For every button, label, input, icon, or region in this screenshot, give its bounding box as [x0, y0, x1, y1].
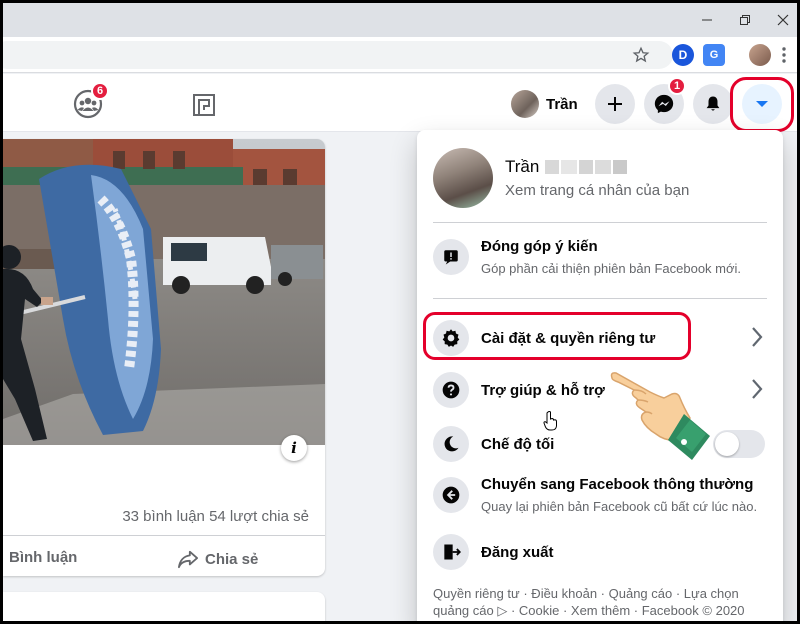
redacted-name-block	[613, 160, 628, 174]
toggle-knob	[715, 432, 739, 456]
feedback-icon	[433, 239, 469, 275]
menu-item-feedback[interactable]: Đóng góp ý kiến Góp phần cải thiện phiên…	[433, 238, 767, 276]
address-bar-row: D G	[3, 37, 797, 73]
help-question-icon	[433, 372, 469, 408]
messenger-icon	[654, 94, 674, 114]
comment-button[interactable]: Bình luận	[9, 549, 77, 566]
profile-avatar	[433, 148, 493, 208]
footer-line-2[interactable]: quảng cáo ▷ · Cookie · Xem thêm · Facebo…	[433, 602, 763, 619]
moon-icon	[433, 426, 469, 462]
minimize-button[interactable]	[689, 9, 725, 31]
redacted-name-block	[545, 160, 560, 174]
groups-notification-badge: 6	[91, 82, 110, 100]
redacted-name-block	[595, 160, 612, 174]
notifications-button[interactable]	[693, 84, 733, 124]
dark-mode-toggle[interactable]	[713, 430, 765, 458]
post-engagement-stats[interactable]: 33 bình luận 54 lượt chia sẻ	[122, 508, 309, 525]
facebook-header: 6 Trần 1	[3, 74, 797, 132]
account-menu-highlight	[730, 77, 794, 132]
menu-divider	[433, 222, 767, 223]
menu-footer-links[interactable]: Quyền riêng tư · Điều khoản · Quảng cáo …	[433, 585, 763, 619]
footer-line-1[interactable]: Quyền riêng tư · Điều khoản · Quảng cáo …	[433, 585, 763, 602]
groups-nav-button[interactable]: 6	[71, 82, 110, 120]
translate-extension-icon[interactable]: G	[703, 44, 725, 66]
logout-label: Đăng xuất	[481, 543, 554, 561]
dark-mode-label: Chế độ tối	[481, 435, 555, 453]
settings-highlight	[423, 312, 691, 360]
share-button[interactable]: Chia sẻ	[177, 549, 258, 569]
photo-info-button[interactable]: i	[281, 435, 307, 461]
messenger-notification-badge: 1	[668, 77, 687, 95]
close-icon	[777, 14, 789, 26]
restore-button[interactable]	[727, 9, 763, 31]
redacted-name-block	[561, 160, 578, 174]
gaming-icon	[193, 94, 215, 116]
menu-item-switch-classic[interactable]: Chuyển sang Facebook thông thường Quay l…	[433, 476, 767, 514]
feed-post-card: i 33 bình luận 54 lượt chia sẻ Bình luận…	[3, 139, 325, 576]
switch-classic-label: Chuyển sang Facebook thông thường	[481, 476, 754, 493]
plus-icon	[608, 97, 622, 111]
avatar	[511, 90, 539, 118]
account-dropdown-menu: Trần Xem trang cá nhân của bạn Đóng góp …	[417, 130, 783, 621]
bell-icon	[706, 96, 720, 111]
chevron-right-icon	[751, 326, 763, 353]
logout-door-icon	[433, 534, 469, 570]
minimize-icon	[702, 19, 712, 21]
divider	[3, 535, 325, 536]
chevron-right-icon	[751, 378, 763, 405]
help-support-label: Trợ giúp & hỗ trợ	[481, 381, 605, 399]
menu-item-help-support[interactable]: Trợ giúp & hỗ trợ	[433, 370, 767, 410]
menu-profile-link[interactable]: Trần Xem trang cá nhân của bạn	[433, 148, 689, 208]
switch-classic-subtitle: Quay lại phiên bản Facebook cũ bất cứ lú…	[481, 499, 758, 514]
bookmark-star-icon[interactable]	[631, 45, 651, 65]
chrome-menu-icon[interactable]	[777, 45, 791, 65]
mouse-cursor-hand-icon	[543, 411, 559, 436]
chrome-profile-avatar[interactable]	[749, 44, 771, 66]
address-bar[interactable]	[3, 41, 673, 69]
next-feed-card	[3, 592, 325, 621]
share-label: Chia sẻ	[205, 550, 259, 568]
feedback-label: Đóng góp ý kiến	[481, 238, 598, 255]
header-profile-link[interactable]: Trần	[511, 88, 578, 120]
extension-d-icon[interactable]: D	[672, 44, 694, 66]
redacted-name-block	[579, 160, 594, 174]
messenger-button[interactable]: 1	[644, 77, 687, 124]
menu-divider	[433, 298, 767, 299]
back-arrow-icon	[433, 477, 469, 513]
share-icon	[178, 550, 198, 569]
pointing-hand-illustration	[606, 368, 716, 473]
create-button[interactable]	[595, 84, 635, 124]
menu-profile-subtitle: Xem trang cá nhân của bạn	[505, 182, 690, 199]
browser-window: D G 6 Trần 1 i 33 bình luận 54 lượt chia…	[3, 3, 797, 621]
restore-icon	[740, 15, 750, 25]
menu-item-logout[interactable]: Đăng xuất	[433, 532, 767, 572]
menu-profile-name: Trần	[505, 157, 540, 176]
close-window-button[interactable]	[765, 9, 797, 31]
menu-item-dark-mode[interactable]: Chế độ tối	[433, 424, 767, 464]
feedback-subtitle: Góp phần cải thiện phiên bản Facebook mớ…	[481, 261, 742, 276]
header-profile-name: Trần	[546, 95, 578, 113]
browser-titlebar	[3, 3, 797, 37]
gaming-nav-button[interactable]	[191, 92, 217, 118]
comment-label: Bình luận	[9, 549, 78, 566]
post-photo[interactable]	[3, 139, 325, 445]
